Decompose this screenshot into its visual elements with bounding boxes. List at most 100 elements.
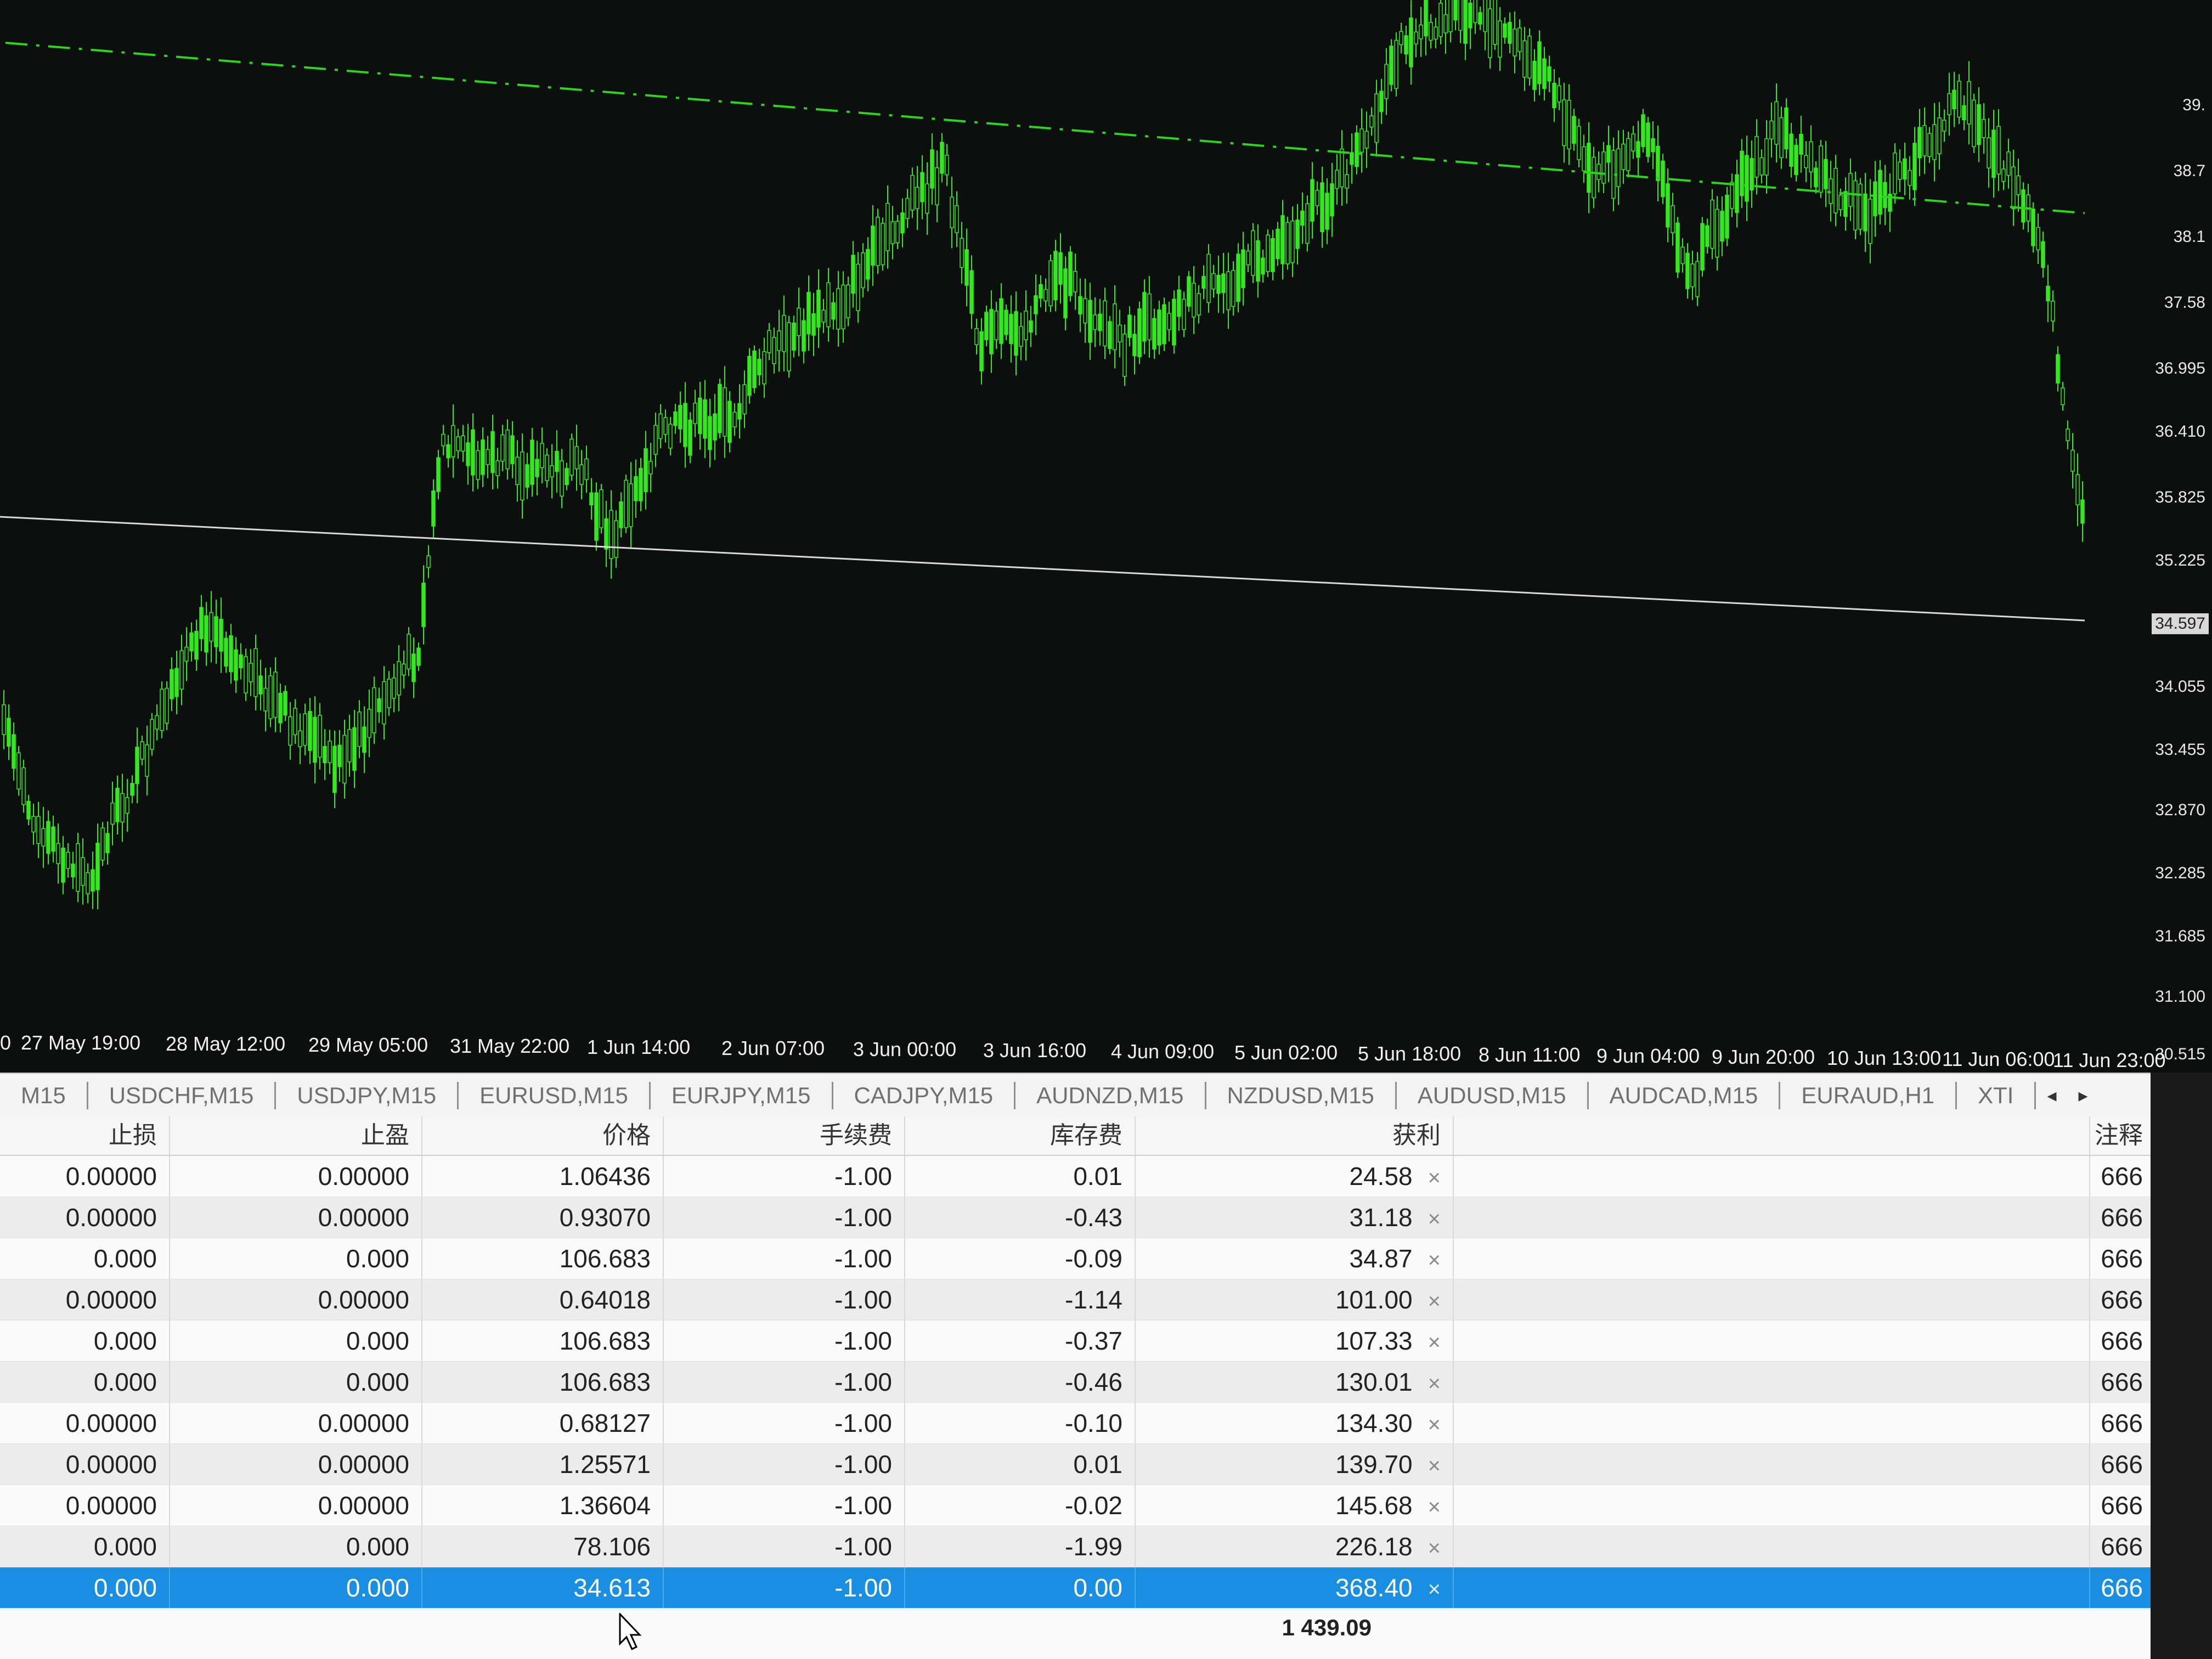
chart-tab[interactable]: NZDUSD,M15 (1206, 1082, 1397, 1109)
column-header-swap[interactable]: 库存费 (905, 1116, 1136, 1155)
spacer-cell (1454, 1526, 2090, 1567)
column-header-comment[interactable]: 注释 (2090, 1116, 2151, 1155)
column-header-profit[interactable]: 获利 (1136, 1116, 1454, 1155)
stop-loss-cell: 0.00000 (0, 1279, 170, 1320)
price-axis-label: 39. (2182, 96, 2205, 114)
candle-body (782, 315, 786, 352)
arrow-right-icon[interactable]: ▸ (2068, 1085, 2099, 1107)
candle-body (713, 413, 717, 441)
position-row[interactable]: 0.000 0.000 78.106 -1.00 -1.99 226.18 × 666 (0, 1526, 2151, 1567)
candle-body (1671, 205, 1675, 234)
position-row[interactable]: 0.00000 0.00000 1.06436 -1.00 0.01 24.58 × 666 (0, 1156, 2151, 1197)
position-row[interactable]: 0.000 0.000 106.683 -1.00 -0.09 34.87 × 666 (0, 1238, 2151, 1279)
candle-body (703, 399, 707, 439)
candle-body (2046, 286, 2050, 302)
candle-body (298, 730, 302, 747)
candle-body (1577, 126, 1581, 160)
close-position-icon[interactable]: × (1428, 1207, 1441, 1231)
close-position-icon[interactable]: × (1428, 1536, 1441, 1560)
close-position-icon[interactable]: × (1428, 1372, 1441, 1396)
candle-body (1725, 194, 1729, 239)
close-position-icon[interactable]: × (1428, 1577, 1441, 1601)
candle-body (584, 458, 589, 480)
chart-tab[interactable]: XTI (1957, 1082, 2036, 1109)
candle-body (802, 320, 806, 352)
position-row[interactable]: 0.000 0.000 106.683 -1.00 -0.37 107.33 × 666 (0, 1321, 2151, 1362)
candle-body (1063, 268, 1068, 319)
candle-body (209, 612, 213, 642)
candle-body (723, 387, 727, 437)
chart-tab[interactable]: M15 (0, 1082, 88, 1109)
close-position-icon[interactable]: × (1428, 1495, 1441, 1519)
candle-body (407, 634, 411, 670)
arrow-left-icon[interactable]: ◂ (2036, 1085, 2067, 1107)
close-position-icon[interactable]: × (1428, 1330, 1441, 1355)
candle-body (1211, 273, 1216, 290)
candle-body (174, 668, 179, 697)
candle-body (1833, 168, 1838, 213)
close-position-icon[interactable]: × (1428, 1289, 1441, 1313)
candle-body (1927, 133, 1932, 157)
candle-body (1197, 293, 1201, 315)
chart-tab[interactable]: USDCHF,M15 (88, 1082, 276, 1109)
position-row[interactable]: 0.00000 0.00000 0.68127 -1.00 -0.10 134.30 × 66… (0, 1403, 2151, 1444)
candle-body (1122, 333, 1127, 377)
candle-body (150, 719, 154, 750)
candle-body (1167, 313, 1171, 330)
position-row[interactable]: 0.00000 0.00000 1.36604 -1.00 -0.02 145.68 × 66… (0, 1485, 2151, 1526)
candle-body (1596, 163, 1601, 180)
close-position-icon[interactable]: × (1428, 1413, 1441, 1437)
candle-body (1300, 210, 1305, 226)
candlestick-chart[interactable] (0, 0, 2085, 1070)
candle-body (293, 708, 297, 736)
close-position-icon[interactable]: × (1428, 1248, 1441, 1272)
chart-tab[interactable]: AUDUSD,M15 (1397, 1082, 1589, 1109)
candle-body (179, 650, 184, 690)
candle-body (560, 460, 564, 497)
close-position-icon[interactable]: × (1428, 1166, 1441, 1190)
candle-body (535, 459, 539, 477)
candle-body (1626, 138, 1630, 171)
commission-cell: -1.00 (664, 1238, 905, 1279)
take-profit-cell: 0.00000 (170, 1279, 422, 1320)
chart-tab[interactable]: EURAUD,H1 (1780, 1082, 1957, 1109)
chart-tab[interactable]: AUDNZD,M15 (1015, 1082, 1206, 1109)
candle-body (194, 631, 199, 660)
column-header-stop-loss[interactable]: 止损 (0, 1116, 170, 1155)
candle-body (1912, 143, 1917, 190)
chart-tab[interactable]: CADJPY,M15 (833, 1082, 1016, 1109)
time-axis-label: 2 Jun 07:00 (721, 1037, 825, 1059)
position-row[interactable]: 0.00000 0.00000 1.25571 -1.00 0.01 139.70 × 666 (0, 1444, 2151, 1485)
price-chart[interactable]: 39. 38.7 38.1 37.58 36.995 36.410 35.825 35.225… (0, 0, 2212, 1081)
candle-body (698, 397, 702, 434)
chart-tab[interactable]: EURJPY,M15 (651, 1082, 833, 1109)
position-row[interactable]: 0.00000 0.00000 0.93070 -1.00 -0.43 31.18 × 666 (0, 1197, 2151, 1238)
candle-body (1251, 230, 1255, 276)
price-cell: 0.93070 (422, 1197, 664, 1238)
spacer-cell (1454, 1279, 2090, 1320)
stop-loss-cell: 0.000 (0, 1362, 170, 1402)
chart-tab[interactable]: AUDCAD,M15 (1589, 1082, 1781, 1109)
price-cell: 34.613 (422, 1567, 664, 1608)
chart-tab[interactable]: EURUSD,M15 (459, 1082, 651, 1109)
candle-body (1177, 289, 1181, 317)
column-header-take-profit[interactable]: 止盈 (170, 1116, 422, 1155)
column-header-commission[interactable]: 手续费 (664, 1116, 905, 1155)
candle-body (1838, 195, 1843, 210)
profit-cell: 101.00 × (1136, 1279, 1454, 1320)
candle-body (757, 359, 761, 376)
positions-list: 0.00000 0.00000 1.06436 -1.00 0.01 24.58 × 666 0… (0, 1156, 2151, 1609)
chart-tab[interactable]: USDJPY,M15 (276, 1082, 459, 1109)
position-row[interactable]: 0.000 0.000 34.613 -1.00 0.00 368.40 × 666 (0, 1567, 2151, 1609)
close-position-icon[interactable]: × (1428, 1454, 1441, 1478)
take-profit-cell: 0.00000 (170, 1197, 422, 1238)
take-profit-cell: 0.00000 (170, 1485, 422, 1526)
candle-body (1364, 131, 1369, 149)
position-row[interactable]: 0.00000 0.00000 0.64018 -1.00 -1.14 101.00 × 66… (0, 1279, 2151, 1321)
position-row[interactable]: 0.000 0.000 106.683 -1.00 -0.46 130.01 × 666 (0, 1362, 2151, 1403)
candle-body (915, 187, 919, 210)
column-header-price[interactable]: 价格 (422, 1116, 664, 1155)
candle-body (1295, 219, 1300, 249)
candle-body (540, 443, 544, 469)
swap-cell: -0.46 (905, 1362, 1136, 1402)
